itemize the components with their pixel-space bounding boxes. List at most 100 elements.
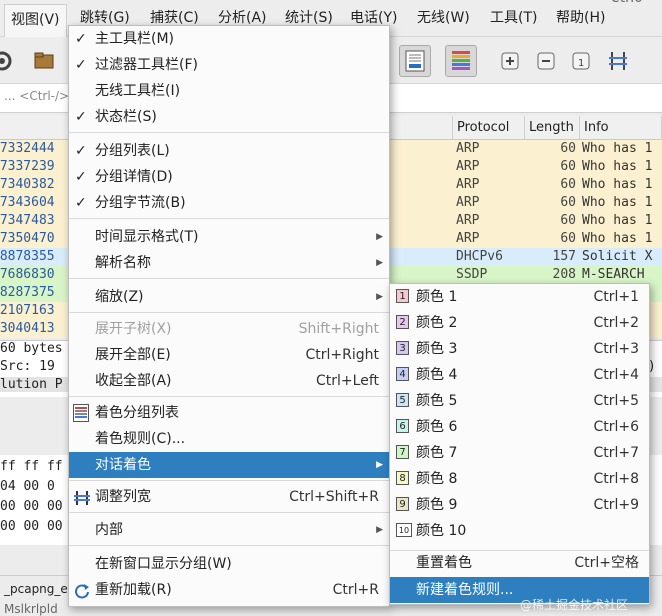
menu-separator: [69, 132, 389, 133]
menu-item-show-packet-new-window[interactable]: 在新窗口显示分组(W): [69, 551, 389, 577]
detail-line[interactable]: 60 bytes: [0, 341, 63, 356]
detail-line[interactable]: Src: 19: [0, 359, 55, 374]
menu-item-label: 着色规则(C)...: [95, 431, 186, 447]
packet-protocol: ARP: [456, 141, 480, 156]
check-icon: ✓: [75, 169, 87, 185]
menu-separator: [69, 218, 389, 219]
color-swatch-icon: 8: [396, 471, 409, 485]
menu-item-color-8[interactable]: 8 颜色 8 Ctrl+8: [390, 466, 649, 492]
menu-separator: [69, 312, 389, 313]
colorize-icon[interactable]: [445, 45, 477, 77]
menu-item-label: 分组列表(L): [95, 143, 170, 159]
color-swatch-icon: 2: [396, 315, 409, 329]
menu-item-packet-list[interactable]: ✓ 分组列表(L): [69, 138, 389, 164]
packet-time: 77347483: [0, 213, 55, 228]
menu-item-label: 过滤器工具栏(F): [95, 57, 198, 73]
check-icon: ✓: [75, 195, 87, 211]
menu-item-color-7[interactable]: 7 颜色 7 Ctrl+7: [390, 440, 649, 466]
submenu-arrow-icon: ▶: [376, 460, 383, 470]
packet-length: 60: [560, 141, 576, 156]
check-icon: ✓: [75, 143, 87, 159]
menu-item-label: 对话着色: [95, 457, 151, 473]
menu-shortcut: Ctrl+7: [593, 445, 639, 461]
packet-protocol: ARP: [456, 195, 480, 210]
menu-shortcut: Ctrl+5: [593, 393, 639, 409]
status-line2: Mslkrlpld: [4, 602, 58, 616]
menu-item-expand-subtrees: 展开子树(X) Shift+Right: [69, 316, 389, 342]
color-swatch-icon: 6: [396, 419, 409, 433]
menu-shortcut: Ctrl+R: [332, 582, 379, 598]
menu-shortcut: Ctrl+6: [593, 419, 639, 435]
packet-protocol: ARP: [456, 177, 480, 192]
packet-info: Solicit X: [582, 249, 653, 264]
menu-separator: [69, 480, 389, 481]
menu-item-zoom[interactable]: 缩放(Z) ▶: [69, 284, 389, 310]
open-folder-icon[interactable]: [28, 45, 60, 77]
menu-item-label: 收起全部(A): [95, 373, 172, 389]
menu-item-resize-columns[interactable]: 调整列宽 Ctrl+Shift+R: [69, 484, 389, 510]
color-swatch-icon: 3: [396, 341, 409, 355]
menu-item-filter-toolbar[interactable]: ✓ 过滤器工具栏(F): [69, 52, 389, 78]
menu-item-reload[interactable]: 重新加载(R) Ctrl+R: [69, 577, 389, 603]
menu-item-colorize-conversation[interactable]: 对话着色 ▶: [69, 452, 389, 478]
svg-text:1: 1: [578, 58, 584, 69]
menu-item-wireless-toolbar[interactable]: 无线工具栏(I): [69, 78, 389, 104]
hex-line: 04 00 0: [0, 479, 55, 494]
menu-item-color-9[interactable]: 9 颜色 9 Ctrl+9: [390, 492, 649, 518]
menu-item-label: 重新加载(R): [95, 582, 172, 598]
menu-item-color-6[interactable]: 6 颜色 6 Ctrl+6: [390, 414, 649, 440]
status-file[interactable]: _pcapng_e: [4, 582, 68, 596]
menu-item-color-1[interactable]: 1 颜色 1 Ctrl+1: [390, 284, 649, 310]
menu-item-label: 调整列宽: [95, 489, 151, 505]
menu-item-color-4[interactable]: 4 颜色 4 Ctrl+4: [390, 362, 649, 388]
menu-item-time-format[interactable]: 时间显示格式(T) ▶: [69, 224, 389, 250]
menu-item-main-toolbar[interactable]: ✓ 主工具栏(M): [69, 26, 389, 52]
menu-shortcut: Ctrl+9: [593, 497, 639, 513]
menu-tools[interactable]: 工具(T): [490, 0, 537, 36]
menu-wireless[interactable]: 无线(W): [417, 0, 470, 36]
color-swatch-icon: 7: [396, 445, 409, 459]
menu-item-label: 内部: [95, 522, 123, 538]
resize-columns-icon[interactable]: [602, 45, 634, 77]
menu-item-packet-bytes[interactable]: ✓ 分组字节流(B): [69, 190, 389, 216]
menu-item-label: 颜色 2: [416, 315, 458, 331]
zoom-out-icon[interactable]: [530, 45, 562, 77]
column-header-length[interactable]: Length: [525, 116, 580, 140]
column-header-protocol[interactable]: Protocol: [453, 116, 525, 140]
check-icon: ✓: [75, 57, 87, 73]
menu-item-coloring-rules[interactable]: 着色规则(C)...: [69, 426, 389, 452]
menu-help[interactable]: 帮助(H): [556, 0, 605, 36]
menu-item-color-10[interactable]: 10 颜色 10: [390, 518, 649, 544]
menu-item-packet-details[interactable]: ✓ 分组详情(D): [69, 164, 389, 190]
menu-separator: [69, 278, 389, 279]
menu-shortcut: Ctrl+8: [593, 471, 639, 487]
menu-item-name-resolution[interactable]: 解析名称 ▶: [69, 250, 389, 276]
submenu-arrow-icon: ▶: [376, 292, 383, 302]
menu-item-label: 状态栏(S): [95, 109, 157, 125]
menu-item-color-2[interactable]: 2 颜色 2 Ctrl+2: [390, 310, 649, 336]
zoom-in-icon[interactable]: [494, 45, 526, 77]
gear-icon[interactable]: [0, 45, 18, 77]
packet-length: 208: [552, 267, 576, 282]
column-header-info[interactable]: Info: [580, 116, 662, 140]
menu-item-status-bar[interactable]: ✓ 状态栏(S): [69, 104, 389, 130]
packet-time: 77332444: [0, 141, 55, 156]
menu-item-reset-coloring[interactable]: 重置着色 Ctrl+空格: [390, 550, 649, 576]
menu-item-label: 颜色 1: [416, 289, 458, 305]
menu-item-colorize-packet-list[interactable]: 着色分组列表: [69, 400, 389, 426]
hex-line: 00 00 00: [0, 499, 63, 514]
color-swatch-icon: 4: [396, 367, 409, 381]
menu-item-collapse-all[interactable]: 收起全部(A) Ctrl+Left: [69, 368, 389, 394]
menu-item-color-3[interactable]: 3 颜色 3 Ctrl+3: [390, 336, 649, 362]
autoscroll-icon[interactable]: [399, 45, 431, 77]
menu-view[interactable]: 视图(V): [4, 4, 67, 37]
normal-size-icon[interactable]: 1: [565, 45, 597, 77]
menu-item-expand-all[interactable]: 展开全部(E) Ctrl+Right: [69, 342, 389, 368]
submenu-arrow-icon: ▶: [376, 525, 383, 535]
packet-time: 42107163: [0, 303, 55, 318]
menu-item-internals[interactable]: 内部 ▶: [69, 517, 389, 543]
filter-placeholder: ... <Ctrl-/>: [4, 89, 70, 103]
menu-shortcut: Ctrl+4: [593, 367, 639, 383]
packet-length: 60: [560, 231, 576, 246]
menu-item-color-5[interactable]: 5 颜色 5 Ctrl+5: [390, 388, 649, 414]
